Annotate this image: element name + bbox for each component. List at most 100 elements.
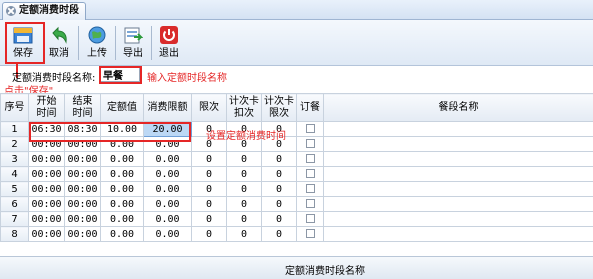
- times-cell[interactable]: 0: [191, 151, 227, 167]
- order-checkbox[interactable]: [305, 214, 315, 223]
- limit-cell[interactable]: 0.00: [143, 226, 192, 242]
- table-row[interactable]: 8 00:00 00:00 0.00 0.00 0 0 0: [0, 226, 593, 242]
- cancel-button[interactable]: 取消: [42, 23, 76, 63]
- meal-name-cell[interactable]: [323, 226, 593, 242]
- col-header-end: 结束 时间: [64, 93, 101, 122]
- quota-cell[interactable]: 0.00: [100, 226, 144, 242]
- name-row: 定额消费时段名称:: [0, 66, 593, 84]
- row-number: 6: [0, 196, 29, 212]
- times-cell[interactable]: 0: [191, 226, 227, 242]
- start-time-cell[interactable]: 00:00: [28, 151, 65, 167]
- limit-cell[interactable]: 0.00: [143, 196, 192, 212]
- col-header-times: 限次: [191, 93, 227, 122]
- exit-button[interactable]: 退出: [152, 23, 186, 63]
- meal-name-cell[interactable]: [323, 181, 593, 197]
- end-time-cell[interactable]: 00:00: [64, 166, 101, 182]
- quota-cell[interactable]: 0.00: [100, 196, 144, 212]
- col-header-order: 订餐: [296, 93, 324, 122]
- quota-cell[interactable]: 0.00: [100, 211, 144, 227]
- export-icon: [124, 27, 143, 44]
- cap-cell[interactable]: 0: [261, 226, 297, 242]
- quota-cell[interactable]: 0.00: [100, 181, 144, 197]
- order-cell: [296, 211, 324, 227]
- order-cell: [296, 181, 324, 197]
- times-cell[interactable]: 0: [191, 181, 227, 197]
- col-header-deduct: 计次卡 扣次: [226, 93, 262, 122]
- deduct-cell[interactable]: 0: [226, 181, 262, 197]
- times-cell[interactable]: 0: [191, 166, 227, 182]
- start-time-cell[interactable]: 00:00: [28, 166, 65, 182]
- limit-cell[interactable]: 0.00: [143, 211, 192, 227]
- close-icon[interactable]: [6, 6, 16, 16]
- cap-cell[interactable]: 0: [261, 166, 297, 182]
- col-header-no: 序号: [0, 93, 29, 122]
- meal-name-cell[interactable]: [323, 196, 593, 212]
- order-cell: [296, 226, 324, 242]
- table-header-row: 序号 开始 时间 结束 时间 定额值 消费限额 限次 计次卡 扣次 计次卡 限次…: [0, 93, 593, 122]
- power-icon: [160, 26, 178, 44]
- row-number: 8: [0, 226, 29, 242]
- table-row[interactable]: 7 00:00 00:00 0.00 0.00 0 0 0: [0, 211, 593, 227]
- meal-name-cell[interactable]: [323, 211, 593, 227]
- deduct-cell[interactable]: 0: [226, 196, 262, 212]
- cap-cell[interactable]: 0: [261, 196, 297, 212]
- row-number: 2: [0, 136, 29, 152]
- time-highlight-box: [29, 122, 191, 142]
- end-time-cell[interactable]: 00:00: [64, 151, 101, 167]
- tab-quota-period[interactable]: 定额消费时段: [2, 2, 86, 20]
- deduct-cell[interactable]: 0: [226, 151, 262, 167]
- order-checkbox[interactable]: [305, 199, 315, 208]
- quota-period-table: 序号 开始 时间 结束 时间 定额值 消费限额 限次 计次卡 扣次 计次卡 限次…: [0, 93, 593, 242]
- limit-cell[interactable]: 0.00: [143, 181, 192, 197]
- row-number: 5: [0, 181, 29, 197]
- cancel-label: 取消: [49, 48, 69, 59]
- save-highlight-box: [5, 22, 45, 64]
- name-input-highlight-box: [99, 66, 142, 84]
- table-row[interactable]: 4 00:00 00:00 0.00 0.00 0 0 0: [0, 166, 593, 182]
- deduct-cell[interactable]: 0: [226, 166, 262, 182]
- deduct-cell[interactable]: 0: [226, 226, 262, 242]
- upload-label: 上传: [87, 48, 107, 59]
- col-header-cap: 计次卡 限次: [261, 93, 297, 122]
- meal-name-cell[interactable]: [323, 136, 593, 152]
- tab-label: 定额消费时段: [19, 5, 79, 16]
- start-time-cell[interactable]: 00:00: [28, 196, 65, 212]
- times-cell[interactable]: 0: [191, 211, 227, 227]
- order-checkbox[interactable]: [305, 139, 315, 148]
- quota-cell[interactable]: 0.00: [100, 151, 144, 167]
- meal-name-cell[interactable]: [323, 121, 593, 137]
- deduct-cell[interactable]: 0: [226, 211, 262, 227]
- col-header-start: 开始 时间: [28, 93, 65, 122]
- table-row[interactable]: 6 00:00 00:00 0.00 0.00 0 0 0: [0, 196, 593, 212]
- meal-name-cell[interactable]: [323, 151, 593, 167]
- start-time-cell[interactable]: 00:00: [28, 211, 65, 227]
- end-time-cell[interactable]: 00:00: [64, 226, 101, 242]
- order-checkbox[interactable]: [305, 184, 315, 193]
- export-button[interactable]: 导出: [116, 23, 150, 63]
- upload-button[interactable]: 上传: [80, 23, 114, 63]
- end-time-cell[interactable]: 00:00: [64, 196, 101, 212]
- order-checkbox[interactable]: [305, 154, 315, 163]
- end-time-cell[interactable]: 00:00: [64, 181, 101, 197]
- row-number: 1: [0, 121, 29, 137]
- order-checkbox[interactable]: [305, 169, 315, 178]
- times-cell[interactable]: 0: [191, 196, 227, 212]
- order-cell: [296, 166, 324, 182]
- quota-cell[interactable]: 0.00: [100, 166, 144, 182]
- cap-cell[interactable]: 0: [261, 151, 297, 167]
- cap-cell[interactable]: 0: [261, 211, 297, 227]
- cap-cell[interactable]: 0: [261, 181, 297, 197]
- order-checkbox[interactable]: [305, 124, 315, 133]
- limit-cell[interactable]: 0.00: [143, 151, 192, 167]
- order-cell: [296, 136, 324, 152]
- order-checkbox[interactable]: [305, 229, 315, 238]
- start-time-cell[interactable]: 00:00: [28, 226, 65, 242]
- table-row[interactable]: 3 00:00 00:00 0.00 0.00 0 0 0: [0, 151, 593, 167]
- col-header-quota: 定额值: [100, 93, 144, 122]
- start-time-cell[interactable]: 00:00: [28, 181, 65, 197]
- meal-name-cell[interactable]: [323, 166, 593, 182]
- end-time-cell[interactable]: 00:00: [64, 211, 101, 227]
- limit-cell[interactable]: 0.00: [143, 166, 192, 182]
- row-number: 4: [0, 166, 29, 182]
- table-row[interactable]: 5 00:00 00:00 0.00 0.00 0 0 0: [0, 181, 593, 197]
